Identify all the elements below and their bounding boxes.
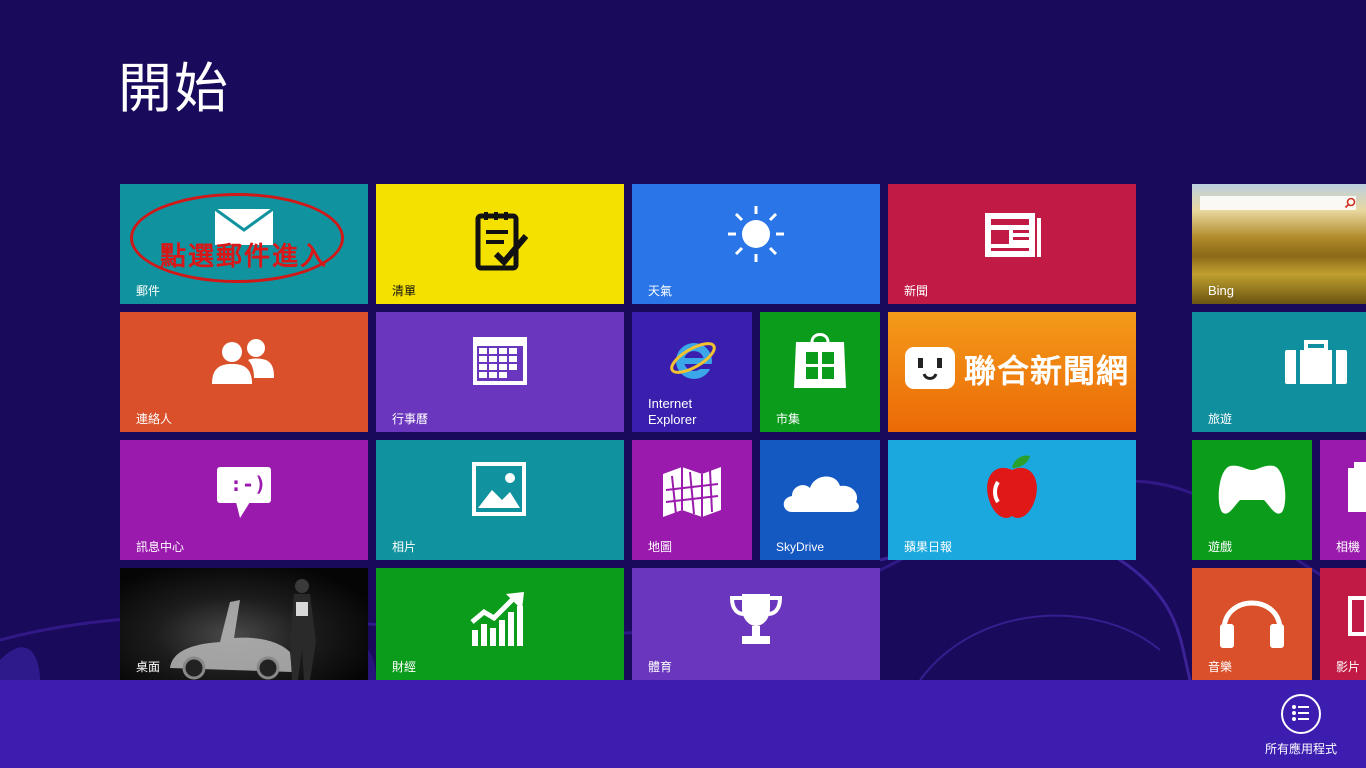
tile-label: 訊息中心 [136, 540, 185, 554]
tile-label: 財經 [392, 660, 417, 674]
tile-messaging[interactable]: :-) 訊息中心 [120, 440, 368, 560]
cloud-icon [783, 476, 859, 512]
tile-label: SkyDrive [776, 540, 825, 554]
newspaper-icon [985, 213, 1041, 257]
tile-label: 地圖 [648, 540, 673, 554]
calendar-icon [473, 337, 527, 385]
udn-logo-text: 聯合新聞網 [964, 352, 1130, 390]
tile-label: Internet Explorer [648, 396, 696, 428]
tile-maps[interactable]: 地圖 [632, 440, 752, 560]
tile-label: 遊戲 [1208, 540, 1233, 554]
tile-finance[interactable]: 財經 [376, 568, 624, 680]
search-icon [1344, 197, 1356, 209]
notepad-check-icon [475, 212, 529, 271]
trophy-icon [729, 594, 783, 644]
bottom-app-bar [0, 680, 1366, 768]
headphones-icon [1220, 600, 1284, 648]
tile-news[interactable]: 新聞 [888, 184, 1136, 304]
tile-label: Bing [1208, 283, 1235, 298]
picture-icon [472, 462, 526, 516]
suitcase-icon [1285, 340, 1347, 384]
tile-todo[interactable]: 清單 [376, 184, 624, 304]
udn-face-icon [905, 347, 955, 389]
store-bag-icon [794, 333, 846, 388]
tile-weather[interactable]: 天氣 [632, 184, 880, 304]
tile-label: 旅遊 [1208, 412, 1233, 426]
tile-skydrive[interactable]: SkyDrive [760, 440, 880, 560]
tile-sports[interactable]: 體育 [632, 568, 880, 680]
tile-label: 天氣 [648, 284, 673, 298]
list-icon [1281, 694, 1321, 734]
tile-label: 市集 [776, 412, 801, 426]
tile-video[interactable]: 影片 [1320, 568, 1366, 680]
tile-label: 新聞 [904, 284, 929, 298]
desktop-wallpaper [170, 579, 316, 680]
tile-apple-daily[interactable]: 蘋果日報 [888, 440, 1136, 560]
xbox-controller-icon [1218, 465, 1286, 514]
all-apps-button[interactable]: 所有應用程式 [1262, 694, 1340, 757]
tile-label: 蘋果日報 [904, 540, 953, 554]
all-apps-label: 所有應用程式 [1264, 742, 1337, 756]
tile-store[interactable]: 市集 [760, 312, 880, 432]
tile-udn[interactable]: 聯合新聞網 [888, 312, 1136, 432]
tile-label: 影片 [1336, 660, 1361, 674]
ie-icon [670, 342, 716, 379]
bing-search-box[interactable] [1200, 196, 1356, 210]
tile-music[interactable]: 音樂 [1192, 568, 1312, 680]
video-icon [1348, 596, 1366, 636]
tile-label: 音樂 [1208, 660, 1233, 674]
tile-label: 行事曆 [392, 412, 429, 426]
tile-label-line2: Explorer [648, 412, 697, 427]
camera-icon [1348, 462, 1366, 512]
tile-travel[interactable]: 旅遊 [1192, 312, 1366, 432]
tile-calendar[interactable]: 行事曆 [376, 312, 624, 432]
tile-camera[interactable]: 相機 [1320, 440, 1366, 560]
tile-label-line1: Internet [648, 396, 693, 411]
tile-internet-explorer[interactable]: Internet Explorer [632, 312, 752, 432]
tile-desktop[interactable]: 桌面 [120, 568, 368, 680]
people-icon [212, 339, 274, 384]
tile-label: 清單 [392, 284, 417, 298]
tile-games[interactable]: 遊戲 [1192, 440, 1312, 560]
tile-label: 體育 [648, 660, 673, 674]
tile-label: 相機 [1336, 540, 1361, 554]
tile-contacts[interactable]: 連絡人 [120, 312, 368, 432]
chat-emoticon-text: :-) [230, 472, 267, 496]
page-title: 開始 [118, 57, 230, 120]
annotation-text: 點選郵件進入 [160, 242, 329, 272]
tile-label: 桌面 [136, 660, 161, 674]
tile-photos[interactable]: 相片 [376, 440, 624, 560]
apple-icon [987, 455, 1037, 518]
chart-up-icon [470, 592, 524, 646]
map-icon [663, 467, 721, 517]
tile-bing[interactable]: Bing [1192, 184, 1366, 304]
sun-icon [728, 206, 784, 262]
tile-label: 連絡人 [136, 412, 173, 426]
tile-label: 郵件 [136, 284, 161, 298]
tile-label: 相片 [392, 540, 417, 554]
